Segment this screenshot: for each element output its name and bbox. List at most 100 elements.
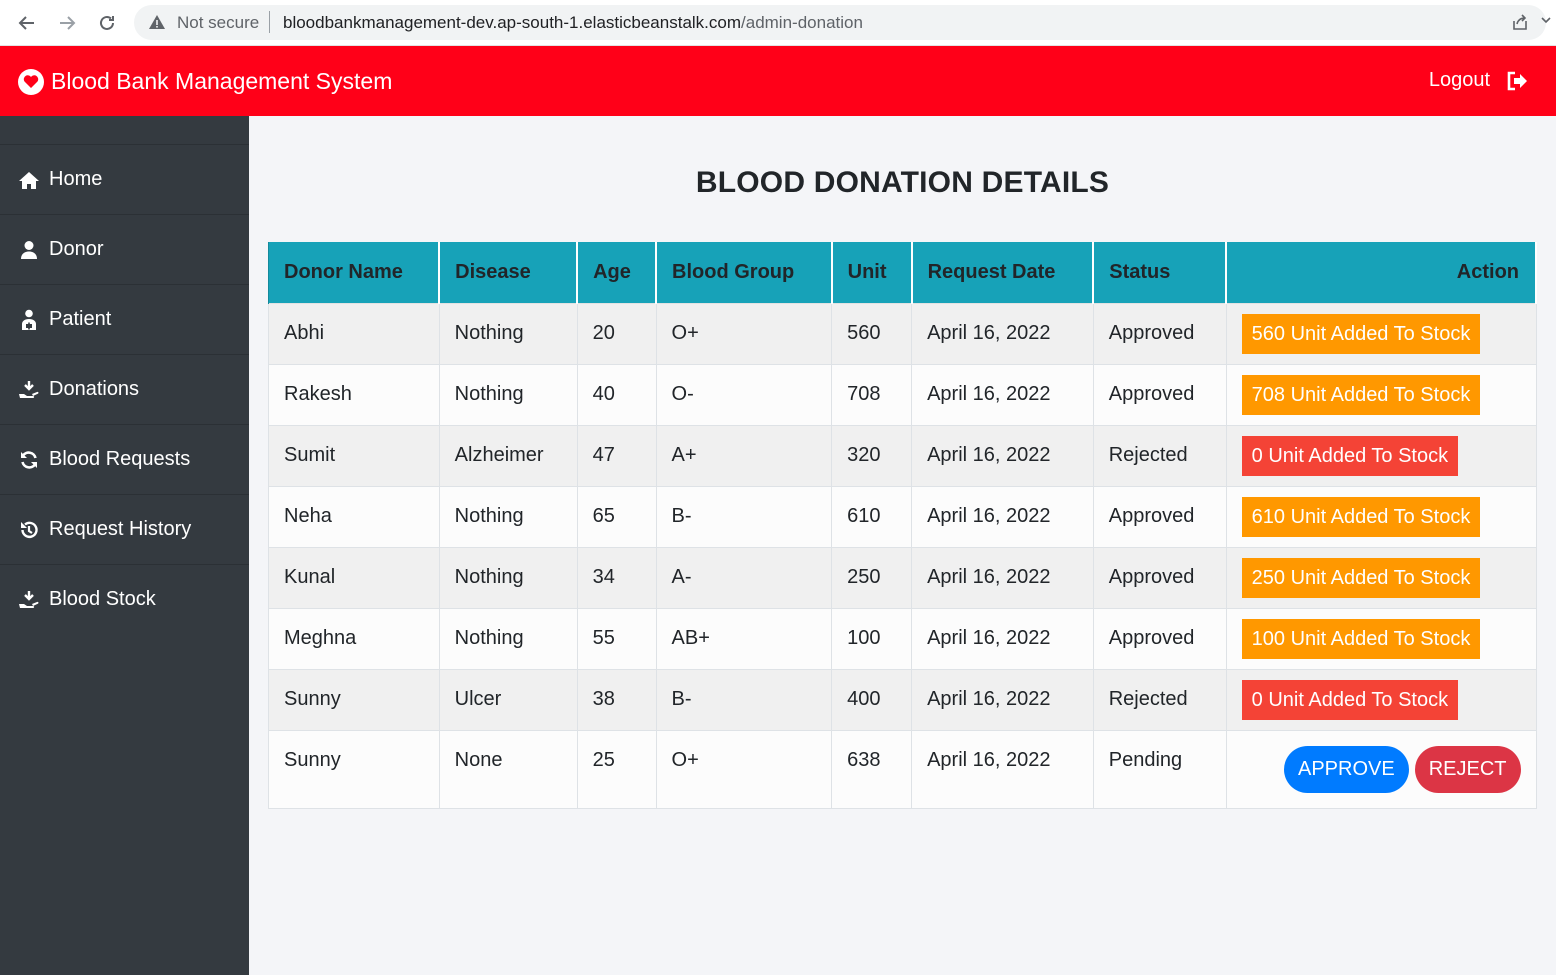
stock-badge: 250 Unit Added To Stock	[1241, 557, 1481, 598]
address-separator	[269, 11, 270, 33]
age: 47	[576, 424, 657, 487]
table-row: Sunny Ulcer 38 B- 400 April 16, 2022 Rej…	[268, 668, 1537, 731]
request-date: April 16, 2022	[911, 485, 1094, 548]
donor-name: Abhi	[268, 302, 440, 365]
unit: 100	[831, 607, 913, 670]
donor-name: Sumit	[268, 424, 440, 487]
sidebar-item-blood-stock[interactable]: Blood Stock	[0, 564, 249, 634]
age: 34	[576, 546, 657, 609]
donor-name: Sunny	[268, 729, 440, 809]
reload-button[interactable]	[95, 11, 119, 35]
hand-holding-icon	[18, 379, 40, 401]
forward-button[interactable]	[55, 11, 79, 35]
status: Approved	[1092, 607, 1227, 670]
age: 20	[576, 302, 657, 365]
status: Approved	[1092, 363, 1227, 426]
status: Approved	[1092, 485, 1227, 548]
status: Pending	[1092, 729, 1227, 809]
column-header: Unit	[831, 242, 913, 303]
donor-name: Sunny	[268, 668, 440, 731]
back-button[interactable]	[15, 11, 39, 35]
column-header: Donor Name	[268, 242, 441, 303]
warning-icon	[148, 13, 166, 36]
blood-group: O-	[655, 363, 833, 426]
blood-group: B-	[655, 668, 833, 731]
column-header: Request Date	[911, 242, 1095, 303]
disease: None	[438, 729, 578, 809]
logout-button[interactable]: Logout	[1429, 69, 1528, 92]
disease: Nothing	[438, 363, 578, 426]
browser-toolbar: Not secure bloodbankmanagement-dev.ap-so…	[0, 0, 1556, 46]
app-header: Blood Bank Management System Logout	[0, 46, 1556, 116]
blood-group: O+	[655, 729, 833, 809]
sidebar-item-home[interactable]: Home	[0, 144, 249, 214]
donor-name: Rakesh	[268, 363, 440, 426]
logout-label: Logout	[1428, 69, 1490, 91]
stock-badge: 610 Unit Added To Stock	[1241, 496, 1481, 537]
table-row: Sumit Alzheimer 47 A+ 320 April 16, 2022…	[268, 424, 1537, 487]
sidebar-item-blood-requests[interactable]: Blood Requests	[0, 424, 249, 494]
request-date: April 16, 2022	[911, 546, 1094, 609]
blood-group: O+	[655, 302, 833, 365]
blood-group: B-	[655, 485, 833, 548]
action-cell: 0 Unit Added To Stock	[1225, 668, 1537, 731]
action-cell: 560 Unit Added To Stock	[1225, 302, 1537, 365]
history-icon	[18, 519, 40, 541]
sidebar-item-label: Blood Stock	[49, 588, 156, 610]
approve-button[interactable]: APPROVE	[1284, 745, 1409, 793]
disease: Nothing	[438, 546, 578, 609]
brand[interactable]: Blood Bank Management System	[18, 68, 392, 95]
request-date: April 16, 2022	[911, 607, 1094, 670]
column-header: Disease	[438, 242, 579, 303]
sidebar-item-label: Blood Requests	[49, 448, 191, 470]
unit: 708	[831, 363, 913, 426]
sidebar-item-donor[interactable]: Donor	[0, 214, 249, 284]
address-bar[interactable]: Not secure bloodbankmanagement-dev.ap-so…	[134, 5, 1551, 40]
table-row: Kunal Nothing 34 A- 250 April 16, 2022 A…	[268, 546, 1537, 609]
request-date: April 16, 2022	[911, 363, 1094, 426]
column-header: Blood Group	[655, 242, 833, 303]
column-header: Age	[576, 242, 658, 303]
status: Approved	[1092, 302, 1227, 365]
sidebar-item-patient[interactable]: Patient	[0, 284, 249, 354]
share-icon[interactable]	[1510, 12, 1530, 37]
sidebar-item-request-history[interactable]: Request History	[0, 494, 249, 564]
table-row: Abhi Nothing 20 O+ 560 April 16, 2022 Ap…	[268, 302, 1537, 365]
age: 38	[576, 668, 657, 731]
stock-badge: 0 Unit Added To Stock	[1241, 435, 1459, 476]
age: 40	[576, 363, 657, 426]
security-label[interactable]: Not secure	[177, 13, 259, 33]
disease: Alzheimer	[438, 424, 578, 487]
unit: 560	[831, 302, 913, 365]
sidebar: Home Donor Patient Donations Blood Reque…	[0, 116, 249, 975]
action-cell: APPROVE REJECT	[1225, 729, 1537, 809]
donor-name: Neha	[268, 485, 440, 548]
disease: Nothing	[438, 485, 578, 548]
stock-badge: 708 Unit Added To Stock	[1241, 374, 1481, 415]
url-text[interactable]: bloodbankmanagement-dev.ap-south-1.elast…	[283, 13, 863, 33]
action-cell: 0 Unit Added To Stock	[1225, 424, 1537, 487]
hand-holding-icon	[18, 589, 40, 611]
action-cell: 100 Unit Added To Stock	[1225, 607, 1537, 670]
column-header: Status	[1092, 242, 1228, 303]
column-header: Action	[1225, 242, 1537, 303]
heart-icon	[18, 68, 44, 95]
disease: Ulcer	[438, 668, 578, 731]
stock-badge: 100 Unit Added To Stock	[1241, 618, 1481, 659]
sync-icon	[18, 449, 40, 471]
status: Approved	[1092, 546, 1227, 609]
table-row: Meghna Nothing 55 AB+ 100 April 16, 2022…	[268, 607, 1537, 670]
home-icon	[18, 169, 40, 191]
reject-button[interactable]: REJECT	[1414, 745, 1521, 793]
status: Rejected	[1092, 668, 1227, 731]
donation-table: Donor Name Disease Age Blood Group Unit …	[268, 242, 1537, 809]
unit: 638	[831, 729, 913, 809]
sidebar-item-donations[interactable]: Donations	[0, 354, 249, 424]
action-cell: 250 Unit Added To Stock	[1225, 546, 1537, 609]
action-cell: 610 Unit Added To Stock	[1225, 485, 1537, 548]
request-date: April 16, 2022	[911, 729, 1094, 809]
sidebar-item-label: Donations	[49, 378, 140, 400]
age: 25	[576, 729, 657, 809]
chevron-down-icon[interactable]	[1540, 13, 1552, 31]
action-cell: 708 Unit Added To Stock	[1225, 363, 1537, 426]
